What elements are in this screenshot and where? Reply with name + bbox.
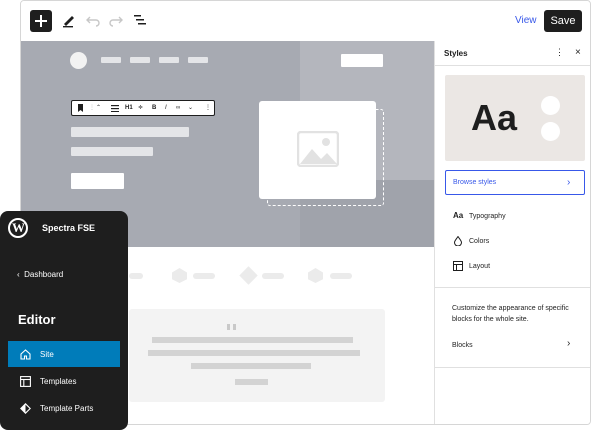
style-preview-text: Aa [471, 97, 518, 138]
bookmark-icon[interactable] [77, 104, 84, 112]
typography-icon: Aa [453, 211, 464, 220]
template-icon [20, 376, 31, 387]
styles-sidebar: Styles ⋮ × Aa Browse styles › Aa Typogra… [434, 41, 590, 424]
nav-item-site[interactable]: Site [8, 341, 120, 367]
nav-item-label: Templates [40, 377, 77, 386]
heading-level-button[interactable]: H1 [125, 104, 133, 112]
nav-item-label: Template Parts [40, 404, 94, 413]
text-placeholder [71, 147, 153, 156]
dashboard-link[interactable]: ‹ Dashboard [17, 270, 63, 279]
redo-icon[interactable] [108, 12, 124, 28]
italic-button[interactable]: I [165, 104, 167, 112]
bold-button[interactable]: B [152, 104, 156, 112]
more-options-icon[interactable]: ⋮ [205, 104, 211, 112]
site-name: Spectra FSE [42, 223, 96, 233]
quote-mark-placeholder [227, 324, 230, 330]
add-block-button[interactable] [30, 10, 52, 32]
color-swatch [541, 122, 560, 141]
list-view-icon[interactable] [132, 12, 148, 28]
view-button[interactable]: View [515, 15, 537, 26]
feature-label-placeholder [193, 273, 215, 279]
feature-label-placeholder [330, 273, 352, 279]
close-icon[interactable]: × [575, 47, 581, 58]
nav-item-template-parts[interactable]: Template Parts [8, 395, 120, 421]
author-placeholder [235, 379, 268, 385]
image-block[interactable] [259, 101, 376, 199]
style-preview[interactable]: Aa [445, 75, 585, 161]
align-icon[interactable] [111, 105, 119, 112]
feature-label-placeholder [262, 273, 284, 279]
image-placeholder-icon [297, 131, 339, 167]
sidebar-title: Styles [444, 49, 468, 58]
color-swatch [541, 96, 560, 115]
link-icon[interactable]: ∞ [176, 104, 180, 112]
chevron-right-icon: › [567, 177, 571, 188]
browse-styles-label: Browse styles [453, 179, 497, 186]
block-toolbar: ⋮ ⌃ H1 ≑ B I ∞ ⌄ ⋮ [71, 100, 215, 116]
nav-item-templates[interactable]: Templates [8, 368, 120, 394]
sidebar-item-label: Typography [469, 213, 506, 220]
sidebar-item-label: Layout [469, 263, 491, 270]
sidebar-header: Styles ⋮ × [435, 41, 590, 66]
sidebar-item-label: Colors [469, 238, 490, 245]
blocks-description: Customize the appearance of specific blo… [452, 305, 569, 323]
editor-heading: Editor [18, 312, 56, 327]
header-button-placeholder [341, 54, 383, 67]
quote-line-placeholder [191, 363, 311, 369]
text-align-icon[interactable]: ≑ [138, 104, 143, 112]
quote-line-placeholder [152, 337, 353, 343]
nav-item-label: Site [40, 350, 54, 359]
home-icon [20, 349, 31, 360]
dashboard-label: Dashboard [24, 270, 64, 279]
chevron-down-icon[interactable]: ⌄ [188, 104, 193, 112]
sidebar-divider [435, 287, 590, 288]
nav-link-placeholder [101, 57, 121, 63]
browse-styles-button[interactable]: Browse styles › [445, 170, 585, 195]
heading-placeholder [71, 127, 189, 137]
cta-button-placeholder [71, 173, 124, 189]
diamond-placeholder [239, 266, 258, 285]
quote-line-placeholder [148, 350, 360, 356]
testimonial-card-placeholder[interactable] [129, 309, 385, 402]
drag-handle-icon[interactable]: ⋮ [89, 104, 95, 112]
chevron-right-icon[interactable]: › [567, 338, 570, 349]
sidebar-divider [435, 367, 590, 368]
feature-placeholder [129, 273, 143, 279]
layout-icon [453, 261, 463, 271]
site-logo-placeholder [70, 52, 87, 69]
droplet-icon [453, 236, 463, 246]
wordpress-logo-icon[interactable]: W [8, 218, 28, 238]
site-editor-navigation: W Spectra FSE ‹ Dashboard Editor Site Te… [0, 211, 128, 430]
editor-top-bar: View Save [21, 1, 590, 41]
more-options-icon[interactable]: ⋮ [555, 47, 564, 58]
blocks-item[interactable]: Blocks [452, 342, 473, 349]
nav-link-placeholder [130, 57, 150, 63]
diamond-icon [20, 403, 31, 414]
nav-link-placeholder [188, 57, 208, 63]
save-button[interactable]: Save [544, 10, 582, 32]
hexagon-placeholder [172, 268, 187, 283]
hexagon-placeholder [308, 268, 323, 283]
pencil-icon[interactable] [61, 12, 77, 28]
undo-icon[interactable] [85, 12, 101, 28]
move-arrows-icon[interactable]: ⌃ [96, 104, 101, 112]
nav-link-placeholder [159, 57, 179, 63]
quote-mark-placeholder [233, 324, 236, 330]
